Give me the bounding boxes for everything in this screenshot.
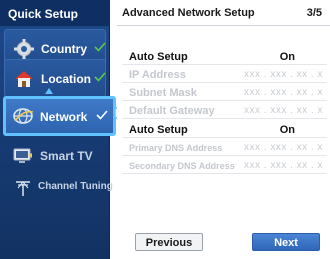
sidebar-item-label: Location (41, 72, 91, 86)
setting-label: Primary DNS Address (129, 143, 223, 153)
previous-button[interactable]: Previous (135, 233, 203, 251)
quick-setup-sidebar: Quick Setup Country Location Network Sma… (0, 0, 116, 259)
checkmark-icon (94, 71, 106, 83)
antenna-icon (12, 176, 34, 198)
scroll-up-indicator-icon (45, 88, 53, 94)
setting-row-default-gateway: Default Gateway xxx . xxx . xx . x (122, 102, 327, 119)
setting-value: On (279, 124, 295, 136)
setting-label: Default Gateway (129, 105, 215, 117)
setting-label: Auto Setup (129, 124, 188, 136)
sidebar-item-channel-tuning[interactable]: Channel Tuning (4, 168, 113, 206)
setting-row-subnet-mask: Subnet Mask xxx . xxx . xx . x (122, 84, 327, 101)
network-globe-icon (12, 105, 34, 127)
setting-value: xxx . xxx . xx . x (243, 105, 323, 116)
sidebar-item-label: Country (41, 42, 87, 56)
panel-header: Advanced Network Setup 3/5 (117, 0, 330, 26)
next-button[interactable]: Next (252, 233, 320, 251)
setting-label: Auto Setup (129, 51, 188, 63)
smart-tv-icon (12, 145, 34, 167)
setting-value: xxx . xxx . xx . x (243, 87, 323, 98)
page-counter: 3/5 (306, 7, 322, 19)
setting-row-auto-setup-ip[interactable]: Auto Setup On (122, 48, 327, 65)
setting-row-ip-address: IP Address xxx . xxx . xx . x (122, 66, 327, 83)
network-setup-panel: Advanced Network Setup 3/5 Auto Setup On… (117, 0, 330, 259)
setting-label: Secondary DNS Address (129, 161, 235, 171)
sidebar-item-label: Smart TV (40, 149, 93, 163)
setting-row-auto-setup-dns[interactable]: Auto Setup On (122, 121, 327, 138)
setting-label: Subnet Mask (129, 87, 197, 99)
gear-icon (13, 38, 35, 60)
setting-value: On (279, 51, 295, 63)
sidebar-item-location[interactable]: Location (4, 59, 106, 97)
sidebar-item-label: Network (40, 110, 88, 124)
sidebar-item-label: Channel Tuning (38, 181, 113, 192)
setting-label: IP Address (129, 69, 186, 81)
setting-value: xxx . xxx . xx . x (243, 142, 323, 153)
checkmark-icon (96, 109, 108, 121)
setting-row-secondary-dns: Secondary DNS Address xxx . xxx . xx . x (122, 157, 327, 174)
setting-value: xxx . xxx . xx . x (243, 160, 323, 171)
page-title: Advanced Network Setup (122, 7, 255, 19)
setting-value: xxx . xxx . xx . x (243, 69, 323, 80)
sidebar-title: Quick Setup (0, 0, 110, 26)
sidebar-item-network[interactable]: Network (3, 96, 116, 136)
setting-row-primary-dns: Primary DNS Address xxx . xxx . xx . x (122, 139, 327, 156)
home-icon (13, 68, 35, 90)
checkmark-icon (94, 41, 106, 53)
